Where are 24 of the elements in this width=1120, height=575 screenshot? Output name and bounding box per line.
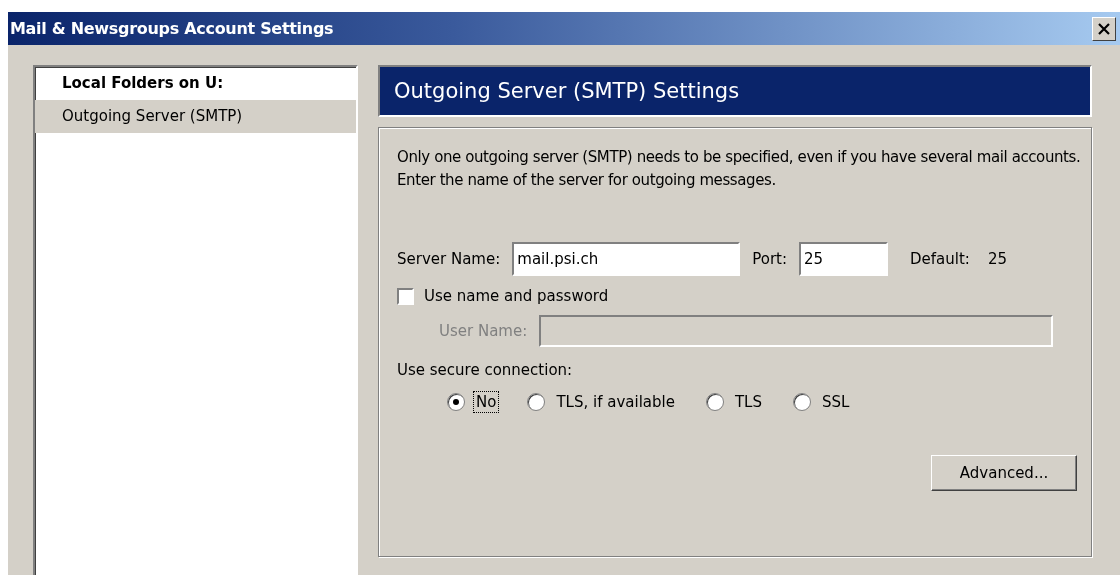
default-port-label: Default: bbox=[910, 250, 970, 268]
checkbox-label: Use name and password bbox=[424, 287, 609, 305]
checkbox[interactable] bbox=[397, 287, 414, 305]
sidebar-item[interactable]: Local Folders on U: bbox=[35, 67, 356, 100]
radio-button[interactable] bbox=[447, 393, 465, 411]
port-field[interactable]: 25 bbox=[799, 242, 889, 276]
default-port-value: 25 bbox=[987, 250, 1008, 268]
server-name-label: Server Name: bbox=[397, 250, 501, 268]
radio-label: SSL bbox=[820, 392, 851, 413]
port-label: Port: bbox=[752, 250, 788, 268]
radio-button[interactable] bbox=[527, 393, 546, 411]
description-text: Only one outgoing server (SMTP) needs to be specified, even if you have several mail accounts. Enter the name of the server for outgoing messages. bbox=[397, 147, 1082, 191]
radio-label: TLS, if available bbox=[555, 392, 676, 413]
radio-label: No bbox=[473, 391, 500, 413]
page-title: Outgoing Server (SMTP) Settings bbox=[394, 79, 740, 103]
user-name-label: User Name: bbox=[439, 322, 528, 340]
radio-label: TLS bbox=[733, 392, 763, 413]
close-button[interactable] bbox=[1092, 16, 1116, 41]
server-name-field[interactable]: mail.psi.ch bbox=[512, 242, 741, 276]
secure-connection-label: Use secure connection: bbox=[397, 361, 574, 379]
window-title: Mail & Newsgroups Account Settings bbox=[10, 19, 334, 38]
advanced-button[interactable]: Advanced... bbox=[931, 455, 1077, 491]
close-icon bbox=[1097, 22, 1111, 35]
sidebar-item[interactable]: Outgoing Server (SMTP) bbox=[35, 100, 356, 133]
